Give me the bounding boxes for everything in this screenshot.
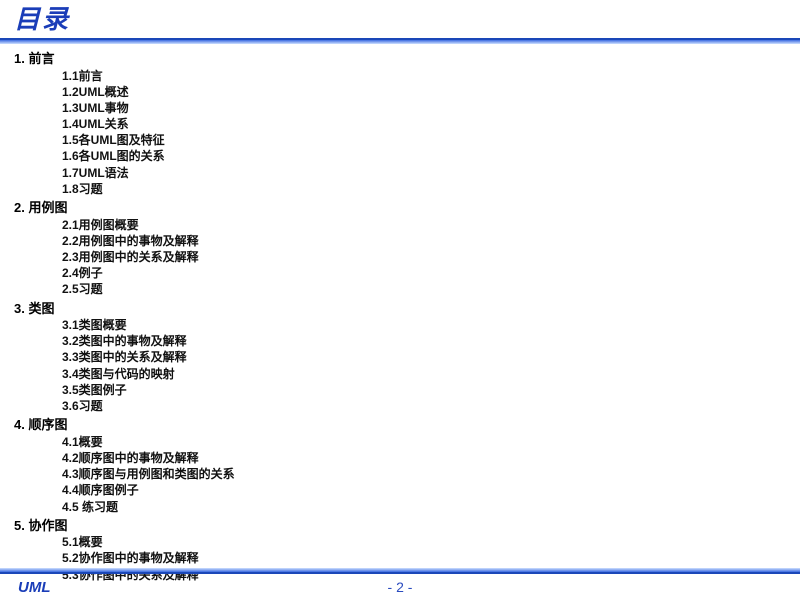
footer-bar: UML - 2 - [0, 572, 800, 600]
toc-item: 2.5习题 [62, 281, 786, 297]
toc-item: 3.1类图概要 [62, 317, 786, 333]
toc-item: 1.8习题 [62, 181, 786, 197]
toc-item: 2.3用例图中的关系及解释 [62, 249, 786, 265]
toc-item: 3.3类图中的关系及解释 [62, 349, 786, 365]
toc-item: 3.6习题 [62, 398, 786, 414]
toc-item: 2.4例子 [62, 265, 786, 281]
toc-item: 4.4顺序图例子 [62, 482, 786, 498]
toc-item: 2.1用例图概要 [62, 217, 786, 233]
toc-items: 4.1概要4.2顺序图中的事物及解释4.3顺序图与用例图和类图的关系4.4顺序图… [14, 434, 786, 515]
toc-section-head: 3. 类图 [14, 300, 786, 318]
toc-item: 4.1概要 [62, 434, 786, 450]
toc-section-head: 4. 顺序图 [14, 416, 786, 434]
toc-item: 5.1概要 [62, 534, 786, 550]
header-bar: 目录 [0, 0, 800, 40]
toc-section-head: 5. 协作图 [14, 517, 786, 535]
toc-item: 3.2类图中的事物及解释 [62, 333, 786, 349]
toc-section-head: 2. 用例图 [14, 199, 786, 217]
toc-item: 1.2UML概述 [62, 84, 786, 100]
toc-items: 3.1类图概要3.2类图中的事物及解释3.3类图中的关系及解释3.4类图与代码的… [14, 317, 786, 414]
page-title: 目录 [14, 0, 70, 38]
footer-page-number: - 2 - [0, 579, 800, 595]
toc-item: 1.3UML事物 [62, 100, 786, 116]
toc-item: 1.5各UML图及特征 [62, 132, 786, 148]
toc-content: 1. 前言1.1前言1.2UML概述1.3UML事物1.4UML关系1.5各UM… [0, 40, 800, 583]
toc-item: 4.5 练习题 [62, 499, 786, 515]
toc-item: 3.5类图例子 [62, 382, 786, 398]
toc-section: 4. 顺序图4.1概要4.2顺序图中的事物及解释4.3顺序图与用例图和类图的关系… [14, 416, 786, 514]
toc-section: 3. 类图3.1类图概要3.2类图中的事物及解释3.3类图中的关系及解释3.4类… [14, 300, 786, 415]
toc-item: 2.2用例图中的事物及解释 [62, 233, 786, 249]
toc-section: 2. 用例图2.1用例图概要2.2用例图中的事物及解释2.3用例图中的关系及解释… [14, 199, 786, 297]
toc-items: 1.1前言1.2UML概述1.3UML事物1.4UML关系1.5各UML图及特征… [14, 68, 786, 198]
toc-item: 1.4UML关系 [62, 116, 786, 132]
toc-item: 3.4类图与代码的映射 [62, 366, 786, 382]
toc-item: 4.3顺序图与用例图和类图的关系 [62, 466, 786, 482]
toc-item: 1.7UML语法 [62, 165, 786, 181]
toc-items: 2.1用例图概要2.2用例图中的事物及解释2.3用例图中的关系及解释2.4例子2… [14, 217, 786, 298]
toc-section: 1. 前言1.1前言1.2UML概述1.3UML事物1.4UML关系1.5各UM… [14, 50, 786, 197]
toc-item: 1.6各UML图的关系 [62, 148, 786, 164]
toc-item: 1.1前言 [62, 68, 786, 84]
toc-item: 4.2顺序图中的事物及解释 [62, 450, 786, 466]
toc-item: 5.2协作图中的事物及解释 [62, 550, 786, 566]
toc-section-head: 1. 前言 [14, 50, 786, 68]
